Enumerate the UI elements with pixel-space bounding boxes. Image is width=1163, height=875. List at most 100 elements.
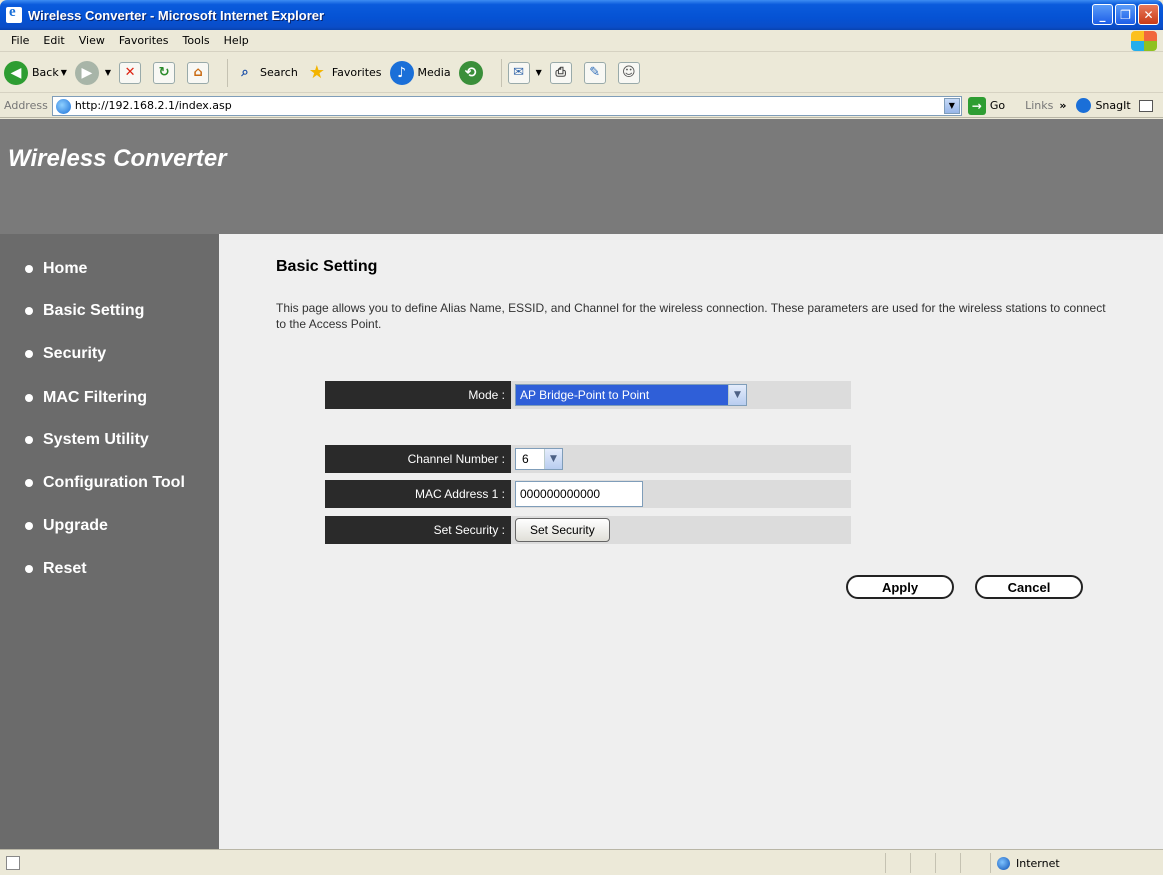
address-input[interactable]: http://192.168.2.1/index.asp ▼ (51, 95, 962, 116)
bullet-icon (25, 265, 33, 273)
go-arrow-icon: → (967, 96, 986, 115)
snagit-icon (1076, 98, 1092, 113)
title-bar: Wireless Converter - Microsoft Internet … (0, 0, 1163, 30)
address-label: Address (4, 99, 48, 112)
page-description: This page allows you to define Alias Nam… (276, 301, 1106, 331)
back-dropdown-icon[interactable]: ▼ (61, 68, 67, 77)
bullet-icon (25, 522, 33, 530)
favorites-label: Favorites (331, 66, 382, 79)
mail-dropdown-icon[interactable]: ▼ (536, 68, 542, 77)
go-button[interactable]: → Go (967, 96, 1006, 115)
menu-tools[interactable]: Tools (176, 34, 217, 47)
star-icon: ★ (308, 62, 325, 83)
sidebar-item-security[interactable]: Security (25, 345, 106, 363)
menu-file[interactable]: File (4, 34, 36, 47)
snagit-button[interactable]: SnagIt (1076, 98, 1131, 113)
brand-title: Wireless Converter (8, 145, 227, 172)
print-button[interactable]: ⎙ (549, 61, 576, 84)
minimize-button[interactable]: _ (1092, 4, 1113, 25)
channel-row: Channel Number : 6 ▼ (325, 445, 851, 473)
cancel-button[interactable]: Cancel (975, 575, 1083, 599)
bullet-icon (25, 394, 33, 402)
security-label: Set Security : (325, 516, 511, 544)
bullet-icon (25, 565, 33, 573)
capture-icon[interactable] (1138, 99, 1153, 112)
maximize-button[interactable]: ❐ (1115, 4, 1136, 25)
sidebar-item-home[interactable]: Home (25, 260, 87, 278)
sidebar-item-label: System Utility (43, 431, 149, 448)
chevron-down-icon[interactable]: ▼ (728, 385, 746, 405)
channel-label: Channel Number : (325, 445, 511, 473)
mac-row: MAC Address 1 : 000000000000 (325, 480, 851, 508)
forward-button[interactable]: ▶ ▼ (74, 60, 111, 85)
mode-row: Mode : AP Bridge-Point to Point ▼ (325, 381, 851, 409)
status-cell (960, 853, 985, 873)
globe-icon (997, 856, 1010, 870)
channel-value: 6 (522, 452, 529, 466)
back-arrow-icon: ◀ (4, 60, 28, 85)
home-button[interactable]: ⌂ (187, 61, 213, 84)
edit-button[interactable]: ✎ (583, 61, 610, 84)
mail-button[interactable]: ✉ ▼ (507, 61, 542, 84)
menu-edit[interactable]: Edit (36, 34, 71, 47)
menu-view[interactable]: View (72, 34, 112, 47)
mac-label: MAC Address 1 : (325, 480, 511, 508)
search-button[interactable]: ⌕ Search (234, 62, 298, 84)
apply-button[interactable]: Apply (846, 575, 954, 599)
menu-favorites[interactable]: Favorites (112, 34, 176, 47)
bullet-icon (25, 350, 33, 358)
page-icon (55, 98, 71, 114)
toolbar: ◀ Back ▼ ▶ ▼ ✕ ↻ ⌂ ⌕ Search ★ Favorites … (0, 53, 1163, 93)
ie-icon (6, 4, 22, 23)
sidebar-item-mac-filtering[interactable]: MAC Filtering (25, 389, 147, 407)
address-bar: Address http://192.168.2.1/index.asp ▼ →… (0, 94, 1163, 118)
sidebar-item-system-utility[interactable]: System Utility (25, 431, 149, 449)
media-button[interactable]: ♪ Media (389, 60, 451, 85)
sidebar-item-basic-setting[interactable]: Basic Setting (25, 302, 144, 320)
security-zone: Internet (990, 853, 1155, 873)
bullet-icon (25, 479, 33, 487)
bullet-icon (25, 307, 33, 315)
history-button[interactable]: ⟲ (458, 60, 487, 85)
snagit-label: SnagIt (1095, 99, 1131, 112)
close-button[interactable]: ✕ (1138, 4, 1159, 25)
links-chevron-icon[interactable]: » (1059, 99, 1066, 112)
menu-help[interactable]: Help (217, 34, 256, 47)
set-security-button[interactable]: Set Security (515, 518, 610, 542)
channel-select[interactable]: 6 ▼ (515, 448, 563, 470)
windows-logo-icon (1131, 31, 1157, 51)
sidebar-item-configuration-tool[interactable]: Configuration Tool (25, 474, 185, 492)
page-status-icon (6, 855, 20, 870)
sidebar-item-label: Basic Setting (43, 302, 145, 319)
main-panel: Basic Setting This page allows you to de… (219, 234, 1163, 849)
search-icon: ⌕ (241, 65, 249, 80)
bullet-icon (25, 436, 33, 444)
stop-button[interactable]: ✕ (119, 61, 145, 84)
refresh-button[interactable]: ↻ (153, 61, 179, 84)
sidebar-item-upgrade[interactable]: Upgrade (25, 517, 108, 535)
sidebar-item-label: Configuration Tool (43, 474, 185, 491)
sidebar-item-label: MAC Filtering (43, 389, 147, 406)
forward-arrow-icon: ▶ (74, 60, 99, 85)
chevron-down-icon[interactable]: ▼ (544, 449, 562, 469)
sidebar-item-label: Upgrade (43, 517, 108, 534)
favorites-button[interactable]: ★ Favorites (306, 62, 382, 84)
go-label: Go (989, 99, 1006, 112)
status-cell (935, 853, 960, 873)
sidebar-item-label: Home (43, 260, 88, 277)
links-bar: Links » SnagIt (1025, 98, 1153, 113)
stop-icon: ✕ (119, 61, 142, 84)
page-header: Wireless Converter (0, 119, 1163, 234)
window-controls: _ ❐ ✕ (1092, 4, 1159, 25)
search-label: Search (260, 66, 298, 79)
back-label: Back (32, 66, 59, 79)
sidebar-item-reset[interactable]: Reset (25, 560, 87, 578)
links-label[interactable]: Links (1025, 99, 1053, 112)
back-button[interactable]: ◀ Back ▼ (4, 60, 67, 85)
mac-address-input[interactable]: 000000000000 (515, 481, 643, 507)
address-dropdown-icon[interactable]: ▼ (943, 97, 960, 114)
mode-select[interactable]: AP Bridge-Point to Point ▼ (515, 384, 747, 406)
messenger-button[interactable]: ☺ (617, 61, 644, 84)
forward-dropdown-icon[interactable]: ▼ (105, 68, 111, 77)
edit-icon: ✎ (583, 61, 606, 84)
